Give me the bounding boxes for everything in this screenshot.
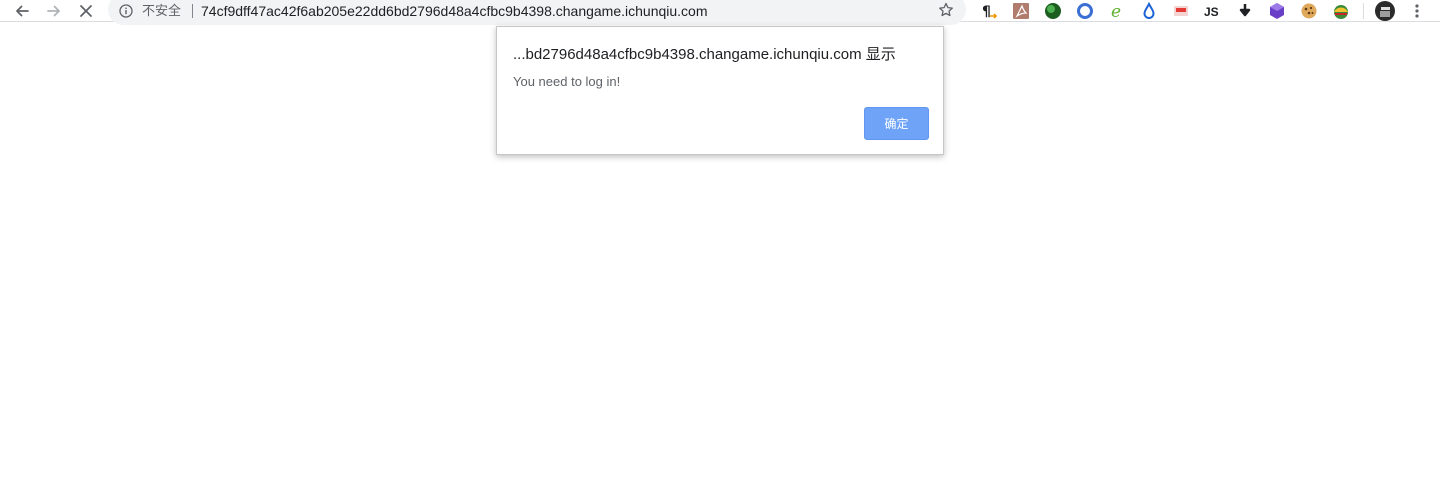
menu-button[interactable] [1407,1,1427,21]
svg-text:JS: JS [1204,5,1219,19]
svg-text:¶: ¶ [982,4,991,20]
info-circle-icon[interactable] [119,4,133,18]
green-sphere-extension-icon[interactable] [1043,1,1063,21]
omnibox-separator [192,4,193,18]
back-button[interactable] [8,0,36,22]
alert-dialog: ...bd2796d48a4cfbc9b4398.changame.ichunq… [496,26,944,155]
close-x-icon [80,5,92,17]
avatar-icon [1375,1,1395,21]
star-outline-icon[interactable] [938,2,954,18]
js-extension-icon[interactable]: JS [1203,1,1223,21]
three-dots-vertical-icon [1415,4,1419,18]
security-indicator-label[interactable]: 不安全 [142,3,181,19]
browser-toolbar: 不安全 74cf9dff47ac42f6ab205e22dd6bd2796d48… [0,0,1440,25]
red-badge-extension-icon[interactable] [1171,1,1191,21]
svg-text:e: e [1111,2,1121,20]
address-bar[interactable]: 不安全 74cf9dff47ac42f6ab205e22dd6bd2796d48… [108,0,966,25]
toolbar-separator [1363,3,1364,19]
ok-button[interactable]: 确定 [864,107,929,140]
purple-cube-extension-icon[interactable] [1267,1,1287,21]
e-extension-icon[interactable]: e [1107,1,1127,21]
cookie-extension-icon[interactable] [1299,1,1319,21]
dialog-title: ...bd2796d48a4cfbc9b4398.changame.ichunq… [513,46,896,63]
dialog-message: You need to log in! [513,74,621,89]
arrow-left-icon [16,5,29,17]
download-extension-icon[interactable] [1235,1,1255,21]
pdf-extension-icon[interactable] [1011,1,1031,21]
paragraph-extension-icon[interactable]: ¶ [979,1,999,21]
drop-extension-icon[interactable] [1139,1,1159,21]
stop-button[interactable] [72,0,100,22]
url-text[interactable]: 74cf9dff47ac42f6ab205e22dd6bd2796d48a4cf… [201,2,708,20]
colorful-globe-extension-icon[interactable] [1331,1,1351,21]
arrow-right-icon [47,5,60,17]
forward-button[interactable] [40,0,68,22]
blue-ring-extension-icon[interactable] [1075,1,1095,21]
avatar[interactable] [1375,1,1395,21]
